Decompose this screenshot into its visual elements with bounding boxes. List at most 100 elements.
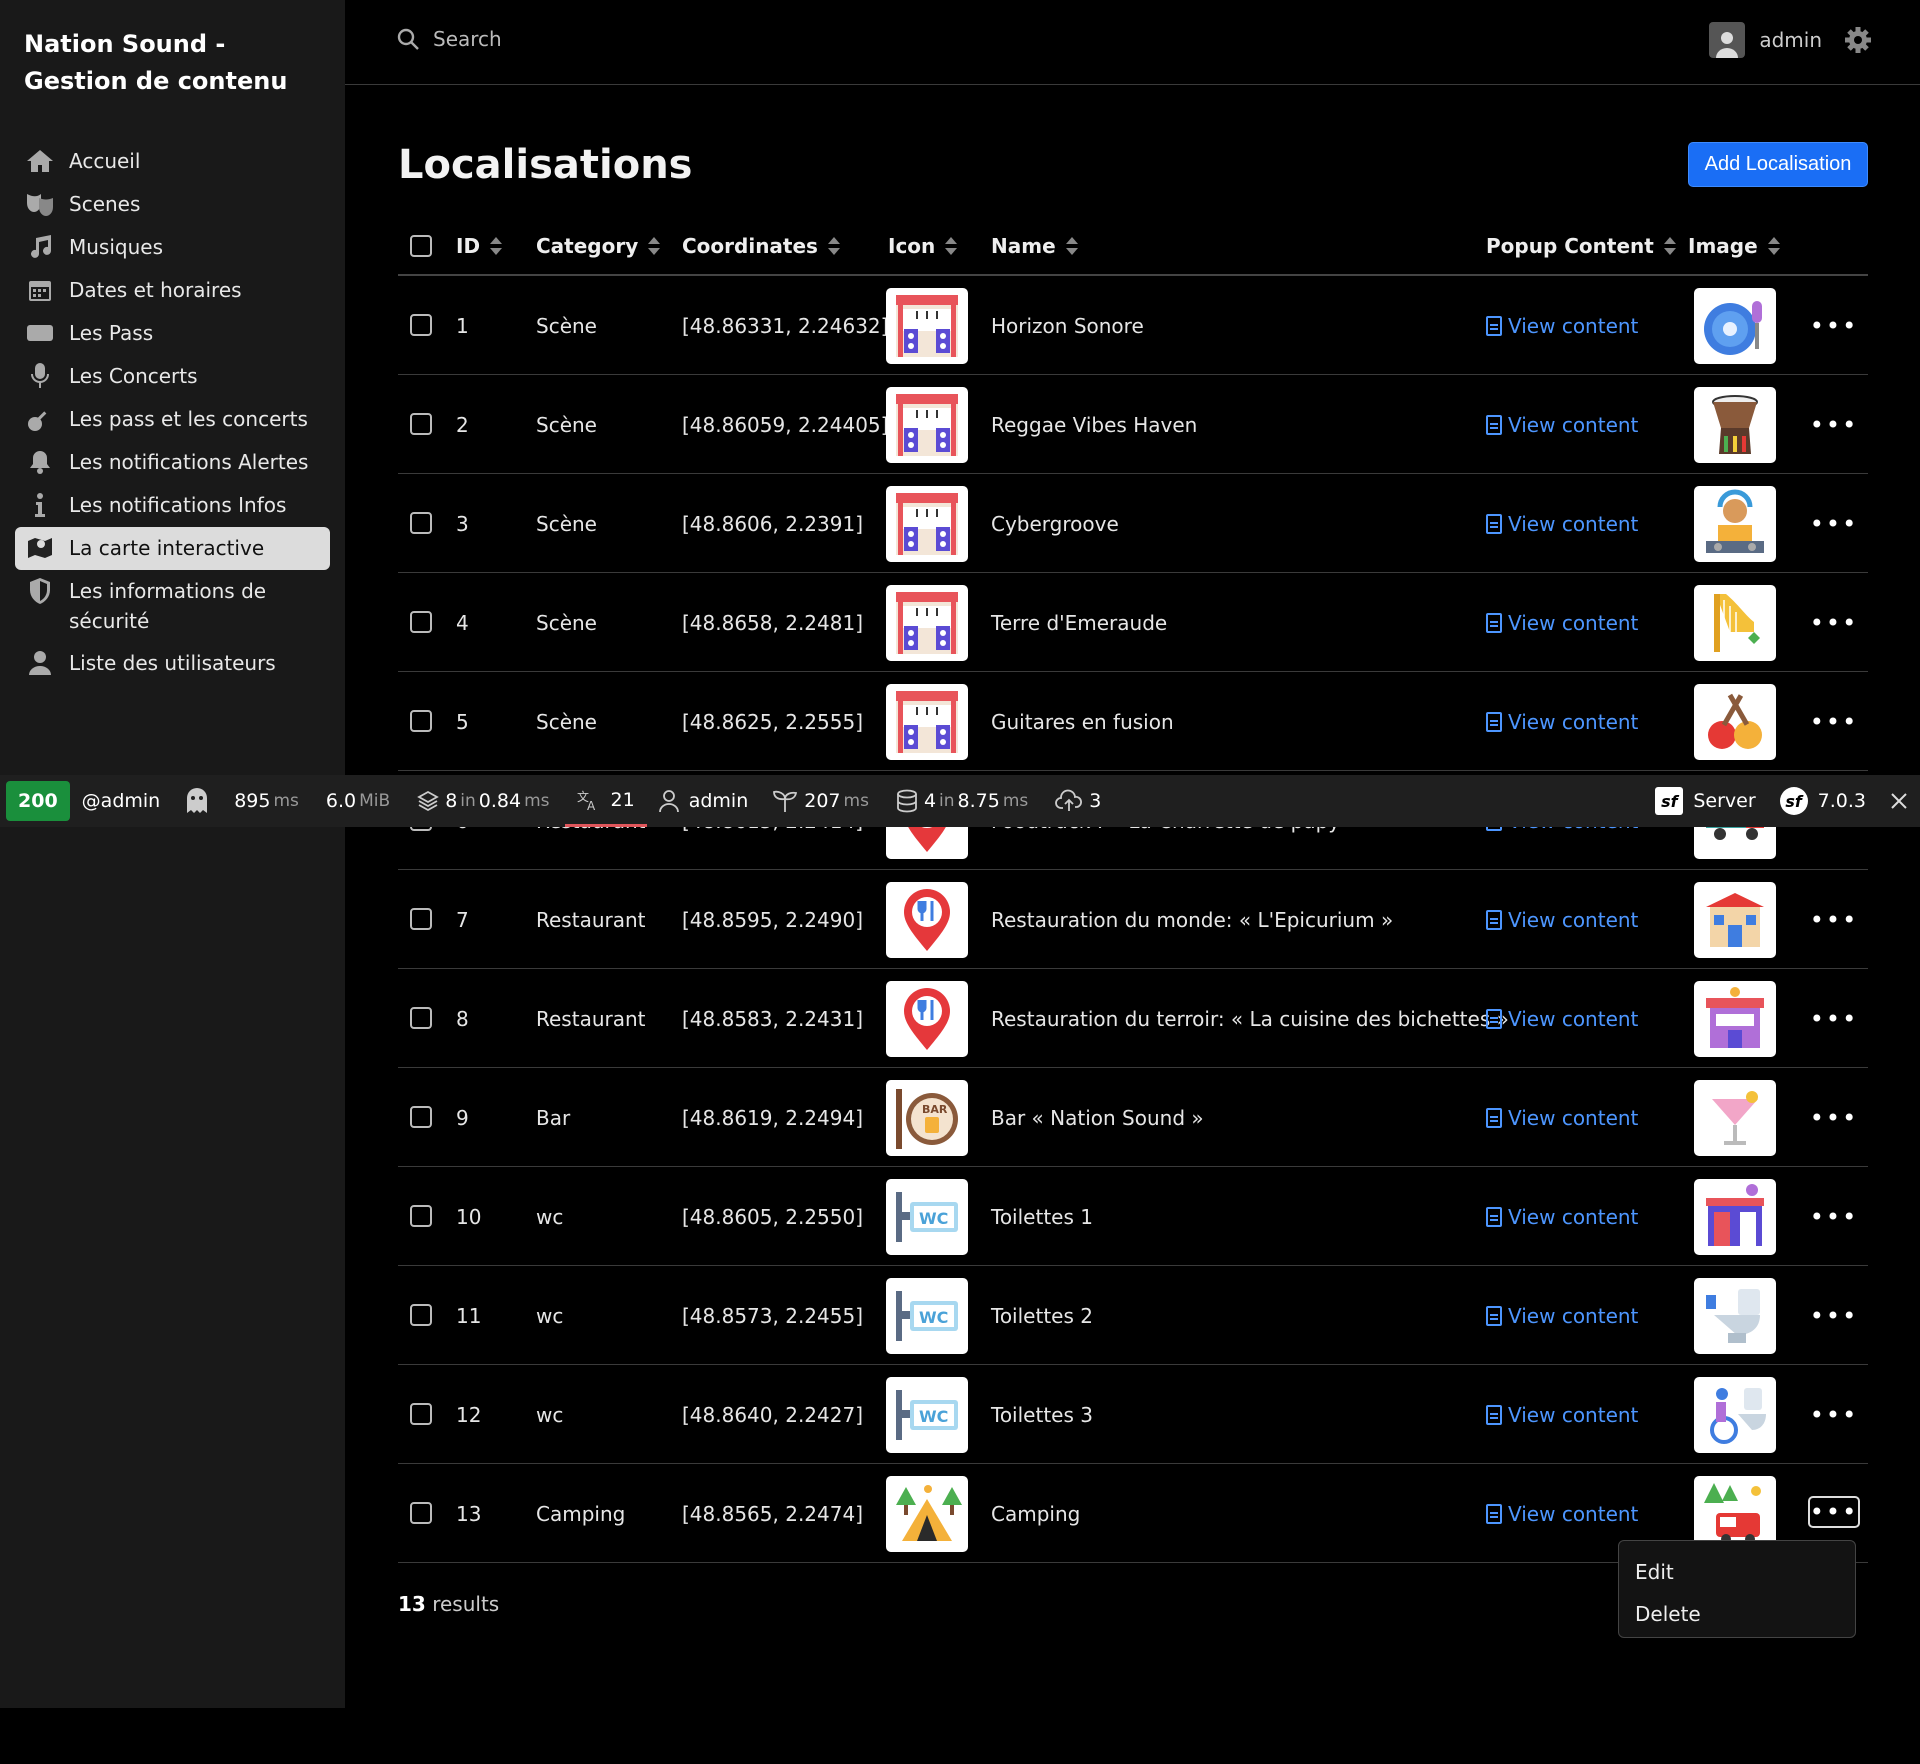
view-content-link[interactable]: View content: [1486, 908, 1638, 932]
toolbar-time[interactable]: 895 ms: [222, 775, 314, 827]
ticket-icon: [25, 318, 55, 348]
column-header-category[interactable]: Category: [536, 234, 661, 258]
row-actions-button[interactable]: •••: [1808, 1102, 1860, 1134]
ghost-icon[interactable]: [172, 775, 222, 827]
view-content-link[interactable]: View content: [1486, 1007, 1638, 1031]
camping-icon: [886, 1476, 968, 1552]
row-actions-button[interactable]: •••: [1808, 706, 1860, 738]
row-actions-button[interactable]: •••: [1808, 607, 1860, 639]
search-input[interactable]: Search: [395, 26, 502, 52]
row-checkbox[interactable]: [410, 1205, 432, 1227]
row-checkbox[interactable]: [410, 512, 432, 534]
guitars-image: [1694, 684, 1776, 760]
row-checkbox[interactable]: [410, 1304, 432, 1326]
user-name: admin: [1759, 28, 1822, 52]
column-header-name[interactable]: Name: [991, 234, 1078, 258]
view-content-link[interactable]: View content: [1486, 611, 1638, 635]
cell-id: 10: [456, 1205, 482, 1229]
row-checkbox[interactable]: [410, 1106, 432, 1128]
sidebar-item-accueil[interactable]: Accueil: [15, 140, 330, 183]
symfony-logo-icon: sf: [1655, 787, 1684, 815]
sidebar-item-alertes[interactable]: Les notifications Alertes: [15, 441, 330, 484]
document-icon: [1486, 712, 1502, 732]
sidebar-item-utilisateurs[interactable]: Liste des utilisateurs: [15, 642, 330, 685]
add-localisation-button[interactable]: Add Localisation: [1688, 142, 1868, 187]
view-content-link[interactable]: View content: [1486, 314, 1638, 338]
column-header-coordinates[interactable]: Coordinates: [682, 234, 840, 258]
sidebar-item-carte[interactable]: La carte interactive: [15, 527, 330, 570]
view-content-link[interactable]: View content: [1486, 1205, 1638, 1229]
row-actions-button[interactable]: •••: [1808, 508, 1860, 540]
sidebar-item-concerts[interactable]: Les Concerts: [15, 355, 330, 398]
db-unit: ms: [1002, 791, 1029, 811]
row-actions-button[interactable]: •••: [1808, 1399, 1860, 1431]
row-checkbox[interactable]: [410, 908, 432, 930]
restaurant-2-image: [1694, 981, 1776, 1057]
search-icon: [397, 28, 419, 50]
row-checkbox[interactable]: [410, 1502, 432, 1524]
document-icon: [1486, 1009, 1502, 1029]
close-icon: [1891, 793, 1907, 809]
toolbar-server[interactable]: sf Server: [1643, 775, 1767, 827]
row-actions-button[interactable]: •••: [1808, 1496, 1860, 1528]
view-content-link[interactable]: View content: [1486, 1304, 1638, 1328]
sidebar-item-pass-concerts[interactable]: Les pass et les concerts: [15, 398, 330, 441]
row-actions-button[interactable]: •••: [1808, 1003, 1860, 1035]
row-checkbox[interactable]: [410, 413, 432, 435]
document-icon: [1486, 415, 1502, 435]
row-actions-button[interactable]: •••: [1808, 1201, 1860, 1233]
edit-menu-item[interactable]: Edit: [1619, 1551, 1855, 1593]
toolbar-version[interactable]: sf 7.0.3: [1768, 775, 1878, 827]
toolbar-route[interactable]: @admin: [70, 775, 173, 827]
table-row: 11 wc [48.8573, 2.2455] WC Toilettes 2 View c…: [398, 1266, 1868, 1365]
user-menu[interactable]: admin: [1709, 22, 1872, 58]
view-content-link[interactable]: View content: [1486, 413, 1638, 437]
sidebar-item-pass[interactable]: Les Pass: [15, 312, 330, 355]
column-header-image[interactable]: Image: [1688, 234, 1780, 258]
sprout-icon: [773, 790, 798, 812]
close-toolbar-button[interactable]: [1878, 775, 1920, 827]
toolbar-templates[interactable]: 8 in 0.84 ms: [405, 775, 564, 827]
toolbar-security[interactable]: admin: [647, 775, 761, 827]
toolbar-http-client[interactable]: 3: [1043, 775, 1113, 827]
column-header-icon[interactable]: Icon: [888, 234, 958, 258]
column-header-id[interactable]: ID: [456, 234, 503, 258]
sidebar-item-musiques[interactable]: Musiques: [15, 226, 330, 269]
toolbar-memory[interactable]: 6.0 MiB: [314, 775, 405, 827]
select-all-checkbox[interactable]: [410, 235, 432, 257]
templates-unit: ms: [524, 791, 550, 811]
toolbar-translations[interactable]: 文 A 21: [564, 775, 647, 827]
time-value: 895: [234, 790, 271, 812]
symfony-version: 7.0.3: [1817, 790, 1866, 812]
row-checkbox[interactable]: [410, 1007, 432, 1029]
view-content-label: View content: [1508, 1106, 1639, 1130]
view-content-link[interactable]: View content: [1486, 710, 1638, 734]
row-checkbox[interactable]: [410, 1403, 432, 1425]
row-checkbox[interactable]: [410, 314, 432, 336]
app-title[interactable]: Nation Sound - Gestion de contenu: [24, 26, 334, 100]
status-badge[interactable]: 200: [6, 781, 70, 821]
view-content-link[interactable]: View content: [1486, 1403, 1638, 1427]
person-icon: [658, 790, 679, 813]
toolbar-database[interactable]: 4 in 8.75 ms: [884, 775, 1043, 827]
sidebar-item-securite[interactable]: Les informations de sécurité: [15, 570, 330, 642]
row-checkbox[interactable]: [410, 710, 432, 732]
row-actions-button[interactable]: •••: [1808, 1300, 1860, 1332]
row-checkbox[interactable]: [410, 611, 432, 633]
row-actions-button[interactable]: •••: [1808, 409, 1860, 441]
gear-icon[interactable]: [1844, 26, 1872, 54]
view-content-link[interactable]: View content: [1486, 1502, 1638, 1526]
view-content-link[interactable]: View content: [1486, 512, 1638, 536]
sidebar-item-infos[interactable]: Les notifications Infos: [15, 484, 330, 527]
sidebar-item-dates[interactable]: Dates et horaires: [15, 269, 330, 312]
sidebar-nav: Accueil Scenes Musiques Dates et horaire…: [15, 140, 330, 685]
row-actions-button[interactable]: •••: [1808, 310, 1860, 342]
view-content-label: View content: [1508, 908, 1639, 932]
row-actions-button[interactable]: •••: [1808, 904, 1860, 936]
column-header-popup-content[interactable]: Popup Content: [1486, 234, 1676, 258]
toolbar-events[interactable]: 207 ms: [760, 775, 884, 827]
wc-icon: WC: [886, 1377, 968, 1453]
sidebar-item-scenes[interactable]: Scenes: [15, 183, 330, 226]
view-content-link[interactable]: View content: [1486, 1106, 1638, 1130]
delete-menu-item[interactable]: Delete: [1619, 1593, 1855, 1635]
